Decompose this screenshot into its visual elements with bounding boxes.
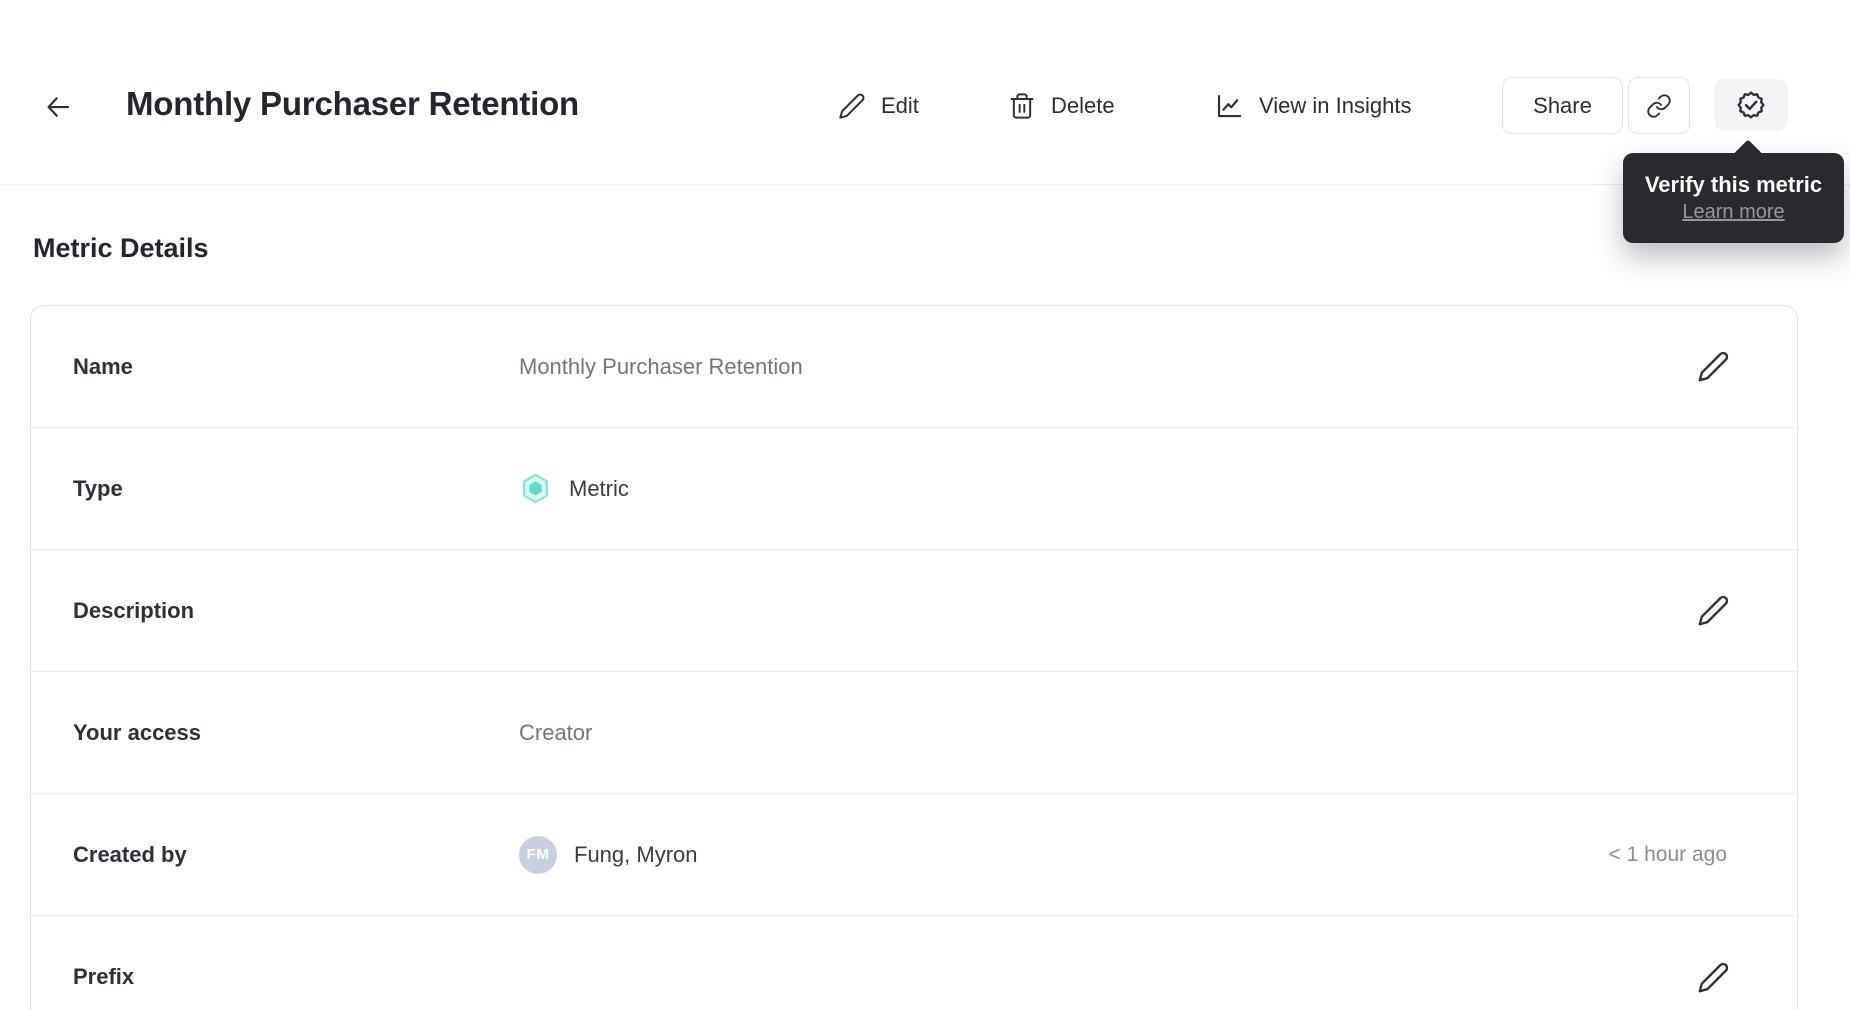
section-title: Metric Details [33,233,209,263]
row-value: Fung, Myron [574,841,698,867]
row-label: Name [73,353,133,379]
pencil-icon [1698,962,1728,992]
row-label: Your access [73,719,202,745]
row-timestamp: < 1 hour ago [1608,842,1727,866]
line-chart-icon [1217,94,1242,118]
row-value: Monthly Purchaser Retention [519,353,803,379]
row-value: Creator [519,719,593,745]
avatar: FM [519,835,557,874]
trash-icon [1010,93,1034,119]
row-label: Description [73,597,195,623]
edit-button[interactable]: Edit [838,78,919,134]
metric-hexagon-icon [523,473,548,504]
tooltip-learn-more-link[interactable]: Learn more [1682,201,1784,224]
delete-button[interactable]: Delete [1008,78,1115,134]
row-label: Created by [73,841,187,867]
row-edit-button[interactable] [1693,591,1733,631]
row-edit-button[interactable] [1693,347,1733,387]
page-title: Monthly Purchaser Retention [126,85,579,122]
share-button[interactable]: Share [1502,77,1623,134]
view-in-insights-button[interactable]: View in Insights [1214,78,1411,134]
row-label: Prefix [73,964,135,989]
verified-badge-icon [1737,91,1765,119]
link-icon [1647,93,1671,118]
delete-button-label: Delete [1051,93,1115,118]
detail-row: Your access Creator [31,672,1797,794]
view-in-insights-label: View in Insights [1259,93,1412,118]
copy-link-button[interactable] [1628,77,1690,134]
tooltip-arrow [1732,139,1764,171]
row-value: Metric [569,475,629,501]
detail-row: Prefix [31,916,1797,1010]
verify-metric-button[interactable] [1714,79,1788,131]
detail-row: Description [31,550,1797,672]
pencil-icon [1698,595,1728,626]
metric-details-page: Monthly Purchaser Retention Edit Delete … [0,0,1850,1010]
edit-button-label: Edit [881,93,919,118]
back-button[interactable] [40,89,76,125]
arrow-left-icon [47,97,70,117]
detail-row: Created by FM Fung, Myron < 1 hour ago [31,794,1797,916]
header-divider [0,184,1850,185]
row-edit-button[interactable] [1693,957,1733,997]
verify-tooltip: Verify this metric Learn more [1623,139,1844,243]
pencil-icon [1698,351,1728,382]
tooltip-title: Verify this metric [1644,172,1823,197]
row-label: Type [73,475,123,501]
detail-row: Type Metric [31,428,1797,550]
details-card: Name Monthly Purchaser Retention Type Me… [30,305,1798,1010]
pencil-icon [839,93,865,119]
detail-row: Name Monthly Purchaser Retention [31,306,1797,428]
share-button-label: Share [1533,92,1592,118]
